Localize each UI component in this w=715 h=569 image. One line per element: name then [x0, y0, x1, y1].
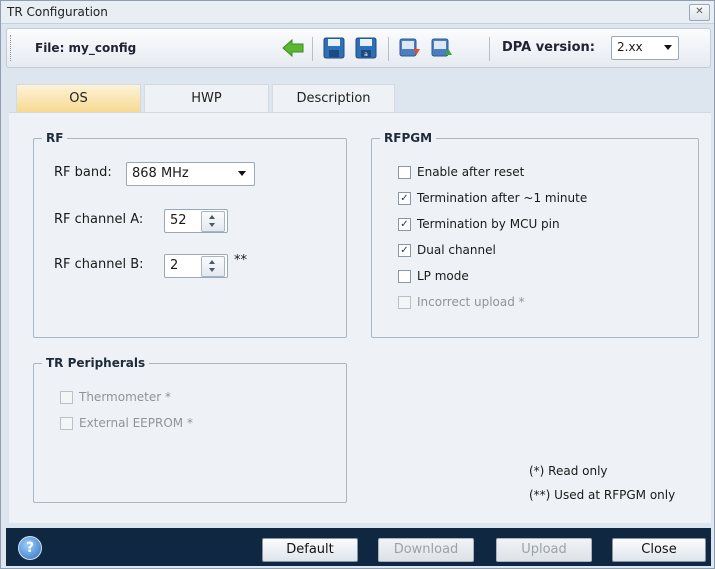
rfpgm-only-note: (**) Used at RFPGM only — [529, 488, 676, 502]
lp-mode-checkbox[interactable]: LP mode — [398, 269, 469, 283]
checkbox-box[interactable] — [398, 269, 411, 283]
checkbox-box — [60, 390, 73, 404]
spin-up-icon[interactable] — [209, 215, 215, 219]
toolbar-grip[interactable] — [10, 35, 14, 61]
checkbox-box — [60, 416, 73, 430]
dual-channel-checkbox[interactable]: ✓ Dual channel — [398, 243, 496, 257]
title-bar: TR Configuration ✕ — [1, 1, 714, 24]
save-icon[interactable] — [320, 35, 348, 61]
tab-description[interactable]: Description — [272, 84, 395, 113]
checkbox-label: Thermometer * — [79, 390, 171, 404]
tr-configuration-window: TR Configuration ✕ File: my_config a DPA… — [0, 0, 715, 569]
checkbox-label: External EEPROM * — [79, 416, 193, 430]
rf-channel-a-label: RF channel A: — [54, 212, 144, 227]
tab-hwp[interactable]: HWP — [144, 84, 269, 113]
upload-icon[interactable] — [428, 35, 456, 61]
download-icon[interactable] — [396, 35, 424, 61]
checkbox-label: Termination after ~1 minute — [417, 191, 588, 205]
bottom-bar: ? Default Download Upload Close — [6, 528, 711, 566]
download-button[interactable]: Download — [378, 538, 474, 562]
rf-channel-b-stepper[interactable]: 2 — [164, 254, 228, 278]
toolbar-separator — [388, 37, 389, 61]
read-only-note: (*) Read only — [529, 464, 608, 478]
toolbar-separator — [489, 37, 490, 61]
rf-channel-b-label: RF channel B: — [54, 257, 144, 272]
spin-down-icon[interactable] — [209, 223, 215, 227]
dpa-version-value: 2.xx — [617, 40, 643, 54]
checkbox-label: Enable after reset — [417, 165, 525, 179]
toolbar-separator — [312, 37, 313, 61]
checkmark-icon[interactable]: ✓ — [398, 217, 411, 231]
external-eeprom-checkbox: External EEPROM * — [60, 416, 193, 430]
chevron-down-icon — [664, 45, 672, 50]
termination-by-mcu-pin-checkbox[interactable]: ✓ Termination by MCU pin — [398, 217, 560, 231]
rfpgm-group-title: RFPGM — [384, 131, 433, 145]
dpa-version-select[interactable]: 2.xx — [611, 36, 679, 60]
checkbox-label: Dual channel — [417, 243, 496, 257]
rf-band-value: 868 MHz — [132, 166, 189, 181]
default-button[interactable]: Default — [262, 538, 358, 562]
spin-down-icon[interactable] — [209, 268, 215, 272]
checkmark-icon[interactable]: ✓ — [398, 191, 411, 205]
checkbox-label: Incorrect upload * — [417, 295, 525, 309]
incorrect-upload-checkbox: Incorrect upload * — [398, 295, 525, 309]
save-as-icon[interactable]: a — [352, 35, 380, 61]
rfpgm-group: RFPGM Enable after reset ✓ Termination af… — [371, 131, 699, 338]
rf-group: RF RF band: 868 MHz RF channel A: 52 RF … — [33, 131, 347, 338]
rf-channel-a-value: 52 — [170, 213, 187, 228]
window-title: TR Configuration — [7, 5, 108, 19]
file-name-label: File: my_config — [35, 41, 137, 55]
checkmark-icon[interactable]: ✓ — [398, 243, 411, 257]
svg-text:a: a — [364, 51, 368, 58]
dpa-version-label: DPA version: — [502, 40, 595, 55]
back-arrow-icon[interactable] — [279, 35, 307, 61]
termination-after-minute-checkbox[interactable]: ✓ Termination after ~1 minute — [398, 191, 587, 205]
spin-up-icon[interactable] — [209, 260, 215, 264]
toolbar: File: my_config a DPA version: 2.xx — [6, 28, 711, 68]
close-button[interactable]: Close — [612, 538, 706, 562]
checkbox-label: LP mode — [417, 269, 469, 283]
rf-channel-a-stepper[interactable]: 52 — [164, 209, 228, 233]
tr-peripherals-group: TR Peripherals Thermometer * External EE… — [33, 356, 347, 503]
checkbox-box[interactable] — [398, 165, 411, 179]
rf-channel-b-value: 2 — [170, 258, 179, 273]
upload-button[interactable]: Upload — [496, 538, 592, 562]
rf-band-label: RF band: — [54, 165, 112, 180]
checkbox-label: Termination by MCU pin — [417, 217, 560, 231]
rfpgm-only-marker: ** — [234, 253, 247, 268]
chevron-down-icon — [238, 171, 246, 176]
tab-os[interactable]: OS — [16, 84, 141, 113]
enable-after-reset-checkbox[interactable]: Enable after reset — [398, 165, 524, 179]
help-icon[interactable]: ? — [18, 536, 42, 560]
rf-group-title: RF — [46, 131, 64, 145]
checkbox-box — [398, 295, 411, 309]
window-close-button[interactable]: ✕ — [689, 4, 710, 21]
spin-buttons[interactable] — [201, 211, 225, 232]
thermometer-checkbox: Thermometer * — [60, 390, 171, 404]
os-tab-panel: RF RF band: 868 MHz RF channel A: 52 RF … — [9, 112, 711, 523]
tr-peripherals-group-title: TR Peripherals — [46, 356, 146, 370]
spin-buttons[interactable] — [201, 256, 225, 277]
rf-band-select[interactable]: 868 MHz — [126, 162, 255, 186]
